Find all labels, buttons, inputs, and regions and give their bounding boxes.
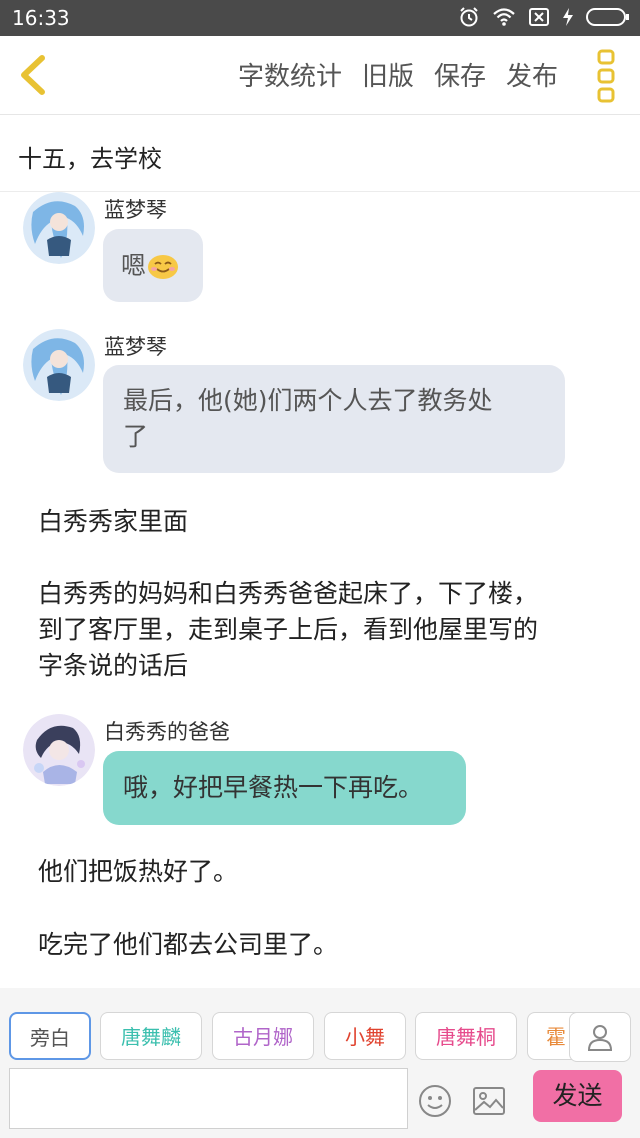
avatar-lan-mengqin[interactable] — [23, 192, 95, 264]
sim-none-icon — [529, 8, 549, 26]
person-icon — [587, 1025, 613, 1051]
message-bubble[interactable]: 最后，他(她)们两个人去了教务处 了 — [103, 365, 565, 473]
back-chevron-icon[interactable] — [14, 52, 54, 98]
toolbar-actions: 字数统计 旧版 保存 发布 — [238, 56, 558, 93]
role-chip[interactable]: 古月娜 — [212, 1012, 314, 1060]
narration-block[interactable]: 白秀秀的妈妈和白秀秀爸爸起床了，下了楼， 到了客厅里，走到桌子上后，看到他屋里写… — [38, 576, 608, 684]
send-button[interactable]: 发送 — [533, 1070, 622, 1122]
publish-button[interactable]: 发布 — [506, 56, 558, 93]
alarm-icon — [460, 7, 478, 27]
role-chip-label: 唐舞桐 — [436, 1025, 496, 1049]
chapter-title: 十五，去学校 — [18, 145, 162, 173]
message-text-line: 了 — [123, 422, 149, 451]
wifi-icon — [493, 8, 515, 26]
chapter-title-bar[interactable]: 十五，去学校 — [0, 115, 640, 192]
role-chip[interactable]: 唐舞麟 — [100, 1012, 202, 1060]
role-chip-label: 古月娜 — [233, 1025, 293, 1049]
narration-text[interactable]: 他们把饭热好了。 — [38, 854, 608, 890]
message-text: 嗯 — [121, 251, 147, 280]
old-version-button[interactable]: 旧版 — [362, 56, 414, 93]
role-chip-label: 霍 — [546, 1025, 566, 1049]
role-chip-label: 唐舞麟 — [121, 1025, 181, 1049]
role-chip-narrator[interactable]: 旁白 — [9, 1012, 91, 1060]
role-chip-label: 旁白 — [30, 1026, 70, 1050]
avatar-lan-mengqin[interactable] — [23, 329, 95, 401]
role-chip-label: 小舞 — [345, 1025, 385, 1049]
save-button[interactable]: 保存 — [434, 56, 486, 93]
narration-line: 白秀秀的妈妈和白秀秀爸爸起床了，下了楼， — [38, 579, 539, 608]
avatar-bai-xiuxiu-father[interactable] — [23, 714, 95, 786]
character-manage-button[interactable] — [569, 1012, 631, 1062]
narration-text[interactable]: 吃完了他们都去公司里了。 — [38, 927, 608, 963]
message-text: 哦，好把早餐热一下再吃。 — [123, 773, 424, 802]
message-sender: 蓝梦琴 — [104, 335, 167, 359]
narration-line: 字条说的话后 — [38, 651, 189, 680]
message-sender: 蓝梦琴 — [104, 198, 167, 222]
battery-icon — [586, 8, 629, 26]
role-chip[interactable]: 唐舞桐 — [415, 1012, 517, 1060]
message-sender: 白秀秀的爸爸 — [104, 720, 230, 744]
emoji-icon[interactable] — [418, 1084, 452, 1118]
charging-icon — [563, 8, 573, 26]
message-bubble[interactable]: 嗯 — [103, 229, 203, 302]
role-chip[interactable]: 小舞 — [324, 1012, 406, 1060]
more-vertical-icon[interactable] — [594, 48, 618, 104]
status-bar: 16:33 — [0, 0, 640, 36]
message-bubble[interactable]: 哦，好把早餐热一下再吃。 — [103, 751, 466, 825]
composer-panel: 旁白 唐舞麟 古月娜 小舞 唐舞桐 霍 发送 — [0, 988, 640, 1138]
word-count-button[interactable]: 字数统计 — [238, 56, 342, 93]
message-input[interactable] — [9, 1068, 408, 1129]
smile-emoji-icon — [148, 255, 179, 279]
status-time: 16:33 — [12, 6, 70, 30]
story-chat-area[interactable]: 蓝梦琴 嗯 蓝梦琴 最后，他(她)们两个人去了教务处 了 白秀秀家里面 白秀秀的… — [0, 192, 640, 987]
status-icons — [458, 6, 630, 28]
image-icon[interactable] — [472, 1084, 506, 1118]
message-text-line: 最后，他(她)们两个人去了教务处 — [123, 386, 493, 415]
narration-text[interactable]: 白秀秀家里面 — [38, 504, 608, 540]
narration-line: 到了客厅里，走到桌子上后，看到他屋里写的 — [38, 615, 539, 644]
editor-toolbar: 字数统计 旧版 保存 发布 — [0, 36, 640, 115]
